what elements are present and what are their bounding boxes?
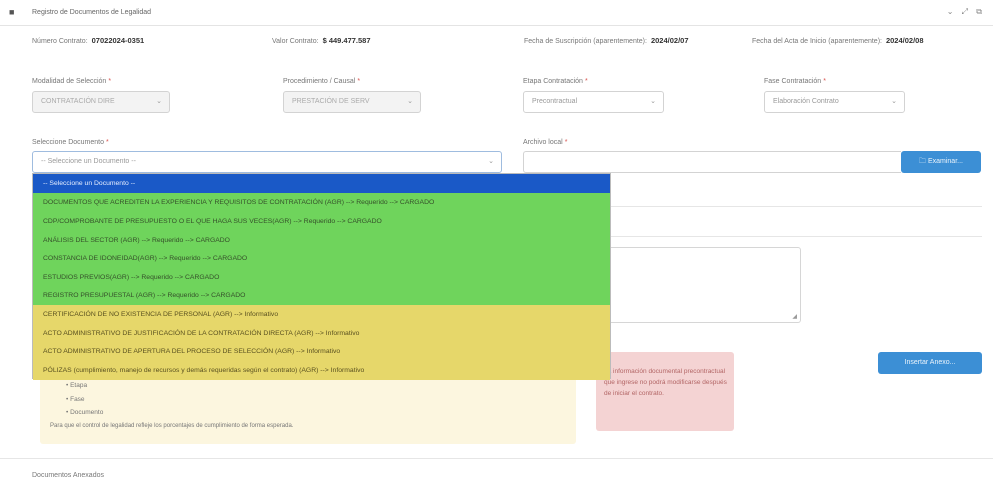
window-icon: ■ — [9, 7, 15, 17]
chevron-down-icon: ⌄ — [488, 158, 494, 165]
subscription-date-label: Fecha de Suscripción (aparentemente): — [524, 38, 647, 45]
modalidad-label: Modalidad de Selección * — [32, 78, 112, 85]
subscription-date: Fecha de Suscripción (aparentemente): 202… — [524, 36, 689, 45]
dropdown-option[interactable]: ACTO ADMINISTRATIVO DE JUSTIFICACIÓN DE … — [33, 324, 610, 343]
dropdown-option[interactable]: -- Seleccione un Documento -- — [33, 174, 610, 193]
window-titlebar: ■ Registro de Documentos de Legalidad ⌄ … — [0, 0, 993, 26]
start-date: Fecha del Acta de Inicio (aparentemente)… — [752, 36, 924, 45]
chevron-down-icon: ⌄ — [156, 98, 162, 105]
subscription-date-value: 2024/02/07 — [650, 36, 689, 45]
anexados-heading: Documentos Anexados — [32, 472, 104, 479]
dropdown-option[interactable]: ESTUDIOS PREVIOS(AGR) --> Requerido --> … — [33, 268, 610, 287]
start-date-label: Fecha del Acta de Inicio (aparentemente)… — [752, 38, 882, 45]
observations-textarea[interactable]: ◢ — [611, 247, 801, 323]
window-controls[interactable]: ⌄ ⤢ ⧉ — [947, 7, 985, 17]
browse-button[interactable]: 🗀 Examinar... — [901, 151, 981, 173]
documento-select[interactable]: -- Seleccione un Documento -- ⌄ — [32, 151, 502, 173]
dropdown-option[interactable]: PÓLIZAS (cumplimiento, manejo de recurso… — [33, 361, 610, 380]
contract-number-label: Número Contrato: — [32, 38, 88, 45]
folder-icon: 🗀 — [919, 158, 927, 165]
contract-value-label: Valor Contrato: — [272, 38, 319, 45]
contract-value: Valor Contrato: $ 449.477.587 — [272, 36, 371, 45]
documento-label: Seleccione Documento * — [32, 139, 109, 146]
info-item: • Fase — [66, 396, 85, 403]
modalidad-select[interactable]: CONTRATACIÓN DIRE ⌄ — [32, 91, 170, 113]
chevron-down-icon: ⌄ — [650, 98, 656, 105]
alert-box: La información documental precontractual… — [596, 352, 734, 431]
alert-text: La información documental precontractual… — [604, 368, 727, 397]
dropdown-option[interactable]: CERTIFICACIÓN DE NO EXISTENCIA DE PERSON… — [33, 305, 610, 324]
document-dropdown-list[interactable]: -- Seleccione un Documento -- DOCUMENTOS… — [32, 173, 611, 380]
info-note: Para que el control de legalidad refleje… — [50, 423, 294, 429]
contract-value-amount: $ 449.477.587 — [322, 36, 371, 45]
dropdown-option[interactable]: CDP/COMPROBANTE DE PRESUPUESTO O EL QUE … — [33, 212, 610, 231]
info-item: • Documento — [66, 409, 104, 416]
dropdown-option[interactable]: DOCUMENTOS QUE ACREDITEN LA EXPERIENCIA … — [33, 193, 610, 212]
contract-number-value: 07022024-0351 — [91, 36, 145, 45]
contract-number: Número Contrato: 07022024-0351 — [32, 36, 144, 45]
chevron-down-icon: ⌄ — [407, 98, 413, 105]
dropdown-option[interactable]: CONSTANCIA DE IDONEIDAD(AGR) --> Requeri… — [33, 249, 610, 268]
dropdown-option[interactable]: ANÁLISIS DEL SECTOR (AGR) --> Requerido … — [33, 231, 610, 250]
etapa-label: Etapa Contratación * — [523, 78, 588, 85]
resize-handle-icon[interactable]: ◢ — [792, 313, 797, 320]
archivo-path-input[interactable] — [523, 151, 901, 173]
window-title: Registro de Documentos de Legalidad — [32, 9, 152, 16]
section-divider — [611, 206, 982, 207]
info-item: • Etapa — [66, 382, 88, 389]
fase-label: Fase Contratación * — [764, 78, 826, 85]
dropdown-option[interactable]: REGISTRO PRESUPUESTAL (AGR) --> Requerid… — [33, 286, 610, 305]
insert-attachment-button[interactable]: Insertar Anexo... — [878, 352, 982, 374]
dropdown-option[interactable]: ACTO ADMINISTRATIVO DE APERTURA DEL PROC… — [33, 342, 610, 361]
start-date-value: 2024/02/08 — [885, 36, 924, 45]
procedimiento-select[interactable]: PRESTACIÓN DE SERV ⌄ — [283, 91, 421, 113]
browse-button-label: Examinar... — [927, 158, 963, 165]
footer-divider — [0, 458, 993, 459]
chevron-down-icon: ⌄ — [891, 98, 897, 105]
section-divider — [611, 236, 982, 237]
fase-select[interactable]: Elaboración Contrato ⌄ — [764, 91, 905, 113]
etapa-select[interactable]: Precontractual ⌄ — [523, 91, 664, 113]
procedimiento-label: Procedimiento / Causal * — [283, 78, 361, 85]
archivo-label: Archivo local * — [523, 139, 568, 146]
